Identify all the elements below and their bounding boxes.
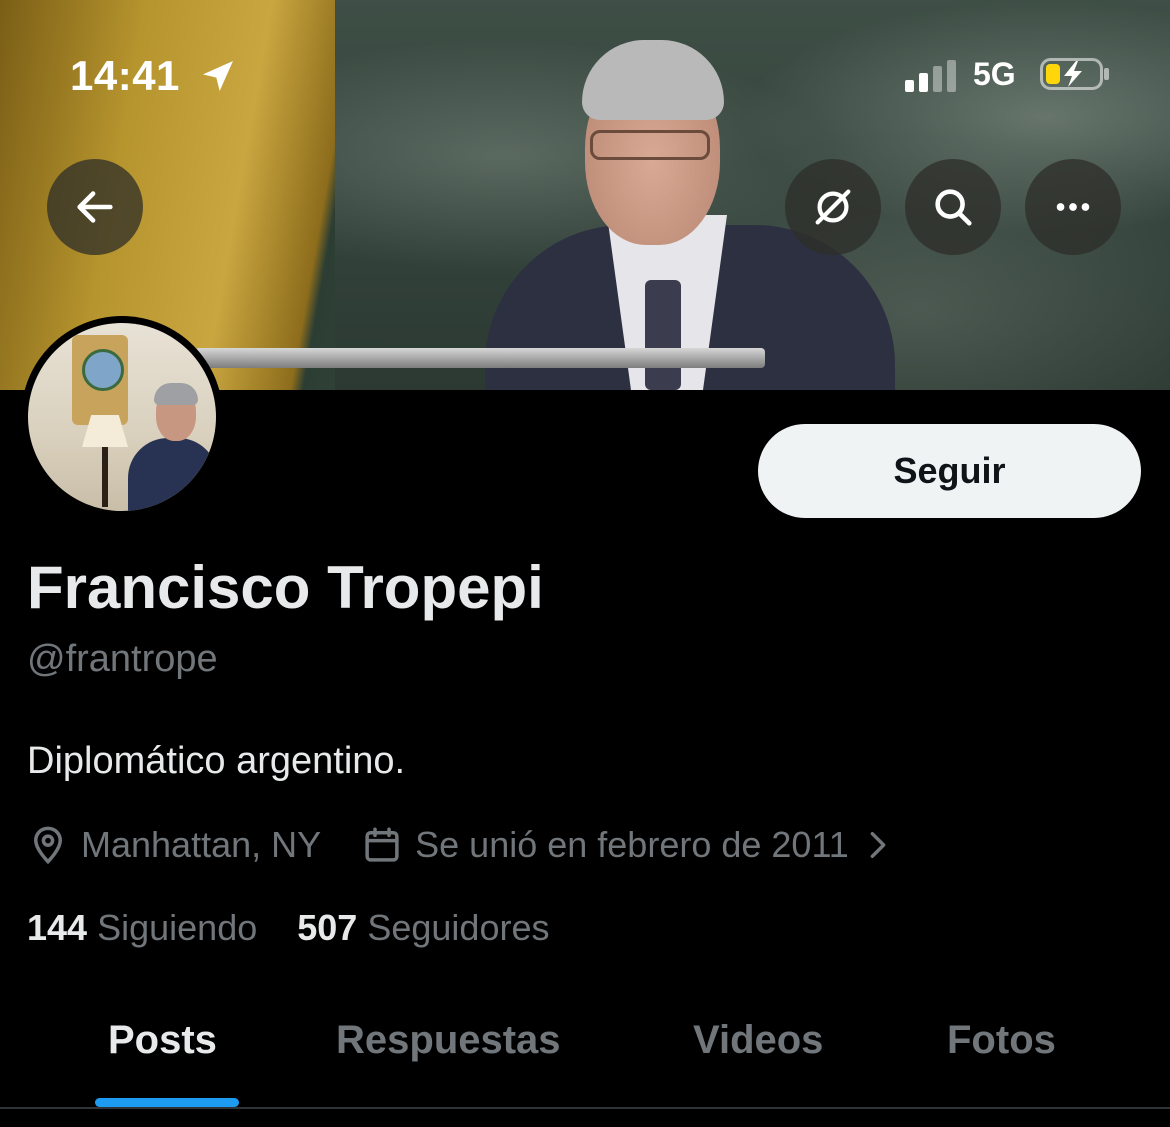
- profile-meta: Manhattan, NY Se unió en febrero de 2011: [27, 822, 903, 868]
- tabs-divider: [0, 1107, 1170, 1109]
- search-button[interactable]: [905, 159, 1001, 255]
- avatar-lamp-base: [102, 447, 108, 507]
- active-tab-indicator: [95, 1098, 239, 1107]
- avatar-crest: [72, 335, 128, 425]
- network-type: 5G: [973, 56, 1016, 92]
- grok-button[interactable]: [785, 159, 881, 255]
- profile-stats: 144 Siguiendo 507 Seguidores: [27, 907, 549, 949]
- followers-link[interactable]: 507 Seguidores: [297, 907, 549, 948]
- banner-speaker-tie: [645, 280, 681, 390]
- followers-count: 507: [297, 907, 358, 948]
- profile-bio: Diplomático argentino.: [27, 740, 406, 782]
- cellular-signal-icon: [905, 60, 956, 92]
- location-arrow-icon: [203, 61, 233, 91]
- banner-podium: [195, 348, 765, 368]
- status-time: 14:41: [70, 52, 180, 99]
- location-pin-icon: [33, 826, 63, 865]
- profile-location: Manhattan, NY: [81, 824, 322, 865]
- avatar-photo: [28, 323, 216, 511]
- more-icon: [1056, 203, 1090, 211]
- followers-label: Seguidores: [367, 907, 550, 948]
- back-button[interactable]: [47, 159, 143, 255]
- chevron-right-icon[interactable]: [865, 828, 891, 862]
- following-count: 144: [27, 907, 88, 948]
- more-button[interactable]: [1025, 159, 1121, 255]
- follow-button[interactable]: Seguir: [758, 424, 1141, 518]
- avatar-person-suit: [128, 438, 216, 511]
- battery-charging-icon: [1040, 58, 1109, 90]
- avatar-person-hair: [154, 383, 198, 405]
- profile-handle: @frantrope: [27, 638, 218, 680]
- grok-icon: [815, 189, 851, 225]
- tab-fotos[interactable]: Fotos: [947, 1018, 1056, 1063]
- status-bar: 14:41 5G: [0, 0, 1170, 150]
- following-link[interactable]: 144 Siguiendo: [27, 907, 257, 948]
- tab-posts[interactable]: Posts: [108, 1018, 217, 1063]
- avatar[interactable]: [21, 316, 223, 518]
- calendar-icon: [365, 827, 399, 862]
- profile-joined[interactable]: Se unió en febrero de 2011: [415, 824, 849, 866]
- profile-name: Francisco Tropepi: [27, 554, 544, 621]
- search-icon: [935, 189, 972, 226]
- arrow-left-icon: [77, 191, 113, 223]
- tab-respuestas[interactable]: Respuestas: [336, 1018, 561, 1063]
- following-label: Siguiendo: [97, 907, 258, 948]
- tab-videos[interactable]: Videos: [693, 1018, 823, 1063]
